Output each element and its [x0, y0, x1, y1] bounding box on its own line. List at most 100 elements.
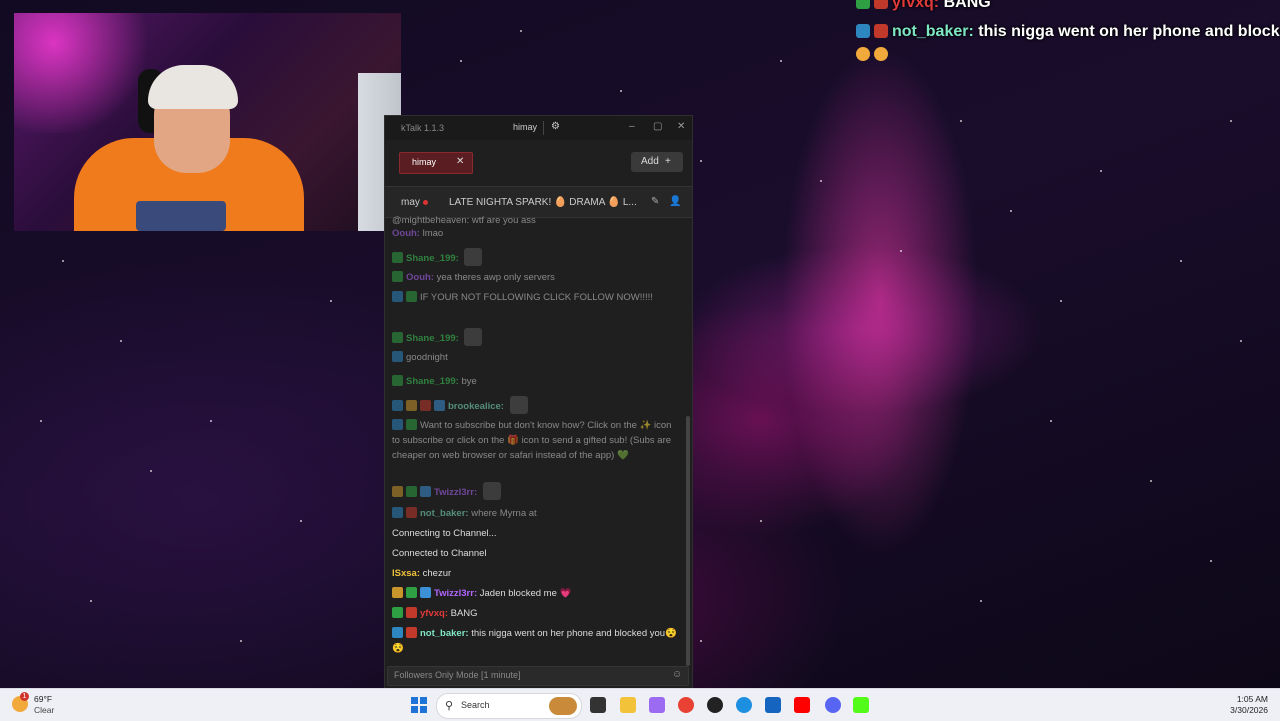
pin-badge-icon[interactable]: [406, 607, 417, 618]
star: [1230, 120, 1232, 122]
pin-badge-icon[interactable]: [406, 507, 417, 518]
mod-badge-icon[interactable]: [392, 400, 403, 411]
overlay-chat-line: not_baker: this nigga went on her phone …: [856, 23, 1280, 41]
account-name[interactable]: himay: [513, 122, 537, 132]
pin-badge-icon: [874, 0, 888, 9]
overlay-message: this nigga went on her phone and blocked…: [978, 23, 1280, 40]
chat-message: Connected to Channel: [392, 546, 680, 561]
pin-badge-icon[interactable]: [420, 400, 431, 411]
chat-username[interactable]: Shane_199:: [406, 333, 459, 344]
github-icon[interactable]: [707, 697, 723, 713]
chat-text: Want to subscribe but don't know how? Cl…: [392, 420, 672, 461]
cube-badge-icon[interactable]: [420, 486, 431, 497]
vip-badge-icon[interactable]: [406, 291, 417, 302]
chat-username[interactable]: Oouh:: [406, 272, 434, 283]
chat-scrollbar[interactable]: [686, 416, 690, 666]
chat-username[interactable]: Oouh:: [392, 228, 420, 239]
vip-badge-icon[interactable]: [392, 375, 403, 386]
mod-badge-icon[interactable]: [392, 351, 403, 362]
close-icon[interactable]: ✕: [677, 121, 685, 132]
webcam-person-cap: [148, 65, 238, 109]
channel-name: may: [401, 197, 420, 208]
chat-text: Connecting to Channel...: [392, 528, 497, 539]
task-view-icon[interactable]: [590, 697, 606, 713]
subscriber-badge-icon[interactable]: [406, 400, 417, 411]
chat-username[interactable]: not_baker:: [420, 628, 469, 639]
chat-username[interactable]: Twizzl3rr:: [434, 588, 477, 599]
subscriber-badge-icon[interactable]: [392, 587, 403, 598]
clock-date: 3/30/2026: [1230, 705, 1268, 715]
tab-label: himay: [412, 157, 437, 167]
chat-input[interactable]: Followers Only Mode [1 minute] ☺: [387, 666, 689, 686]
chat-message-list: @mightbeheaven: wtf are you ass Oouh: lma…: [385, 216, 685, 666]
app-title: kTalk 1.1.3: [401, 123, 445, 133]
notification-badge: 1: [20, 692, 29, 701]
chat-message: IF YOUR NOT FOLLOWING CLICK FOLLOW NOW!!…: [392, 290, 680, 305]
chat-message: Shane_199: bye: [392, 374, 680, 389]
star: [1010, 210, 1012, 212]
file-explorer-icon[interactable]: [620, 697, 636, 713]
add-tab-button[interactable]: Add +: [631, 152, 683, 172]
vip-badge-icon[interactable]: [406, 486, 417, 497]
windows-start-icon[interactable]: [411, 697, 427, 713]
dizzy-emoji-icon: [856, 47, 870, 61]
overlay-emotes: [856, 46, 892, 64]
star: [1100, 170, 1102, 172]
search-placeholder: Search: [461, 700, 490, 710]
overlay-username: not_baker:: [892, 23, 974, 40]
star: [1240, 340, 1242, 342]
chat-username[interactable]: brookealice:: [448, 401, 504, 412]
tab-close-icon[interactable]: ✕: [456, 156, 464, 167]
cube-badge-icon[interactable]: [434, 400, 445, 411]
chat-username[interactable]: Twizzl3rr:: [434, 487, 477, 498]
vip-badge-icon[interactable]: [406, 587, 417, 598]
star: [40, 420, 42, 422]
weather-condition[interactable]: Clear: [34, 705, 54, 715]
minimize-icon[interactable]: –: [629, 121, 635, 132]
chat-text: BANG: [450, 608, 478, 619]
stream-title: LATE NIGHTA SPARK! 🥚 DRAMA 🥚 L...: [449, 197, 637, 208]
vip-badge-icon[interactable]: [392, 271, 403, 282]
maximize-icon[interactable]: ▢: [653, 121, 662, 132]
settings-gear-icon[interactable]: ⚙: [551, 121, 560, 132]
chat-text: yea theres awp only servers: [436, 272, 555, 283]
edge-icon[interactable]: [736, 697, 752, 713]
mod-badge-icon[interactable]: [392, 507, 403, 518]
discord-icon[interactable]: [825, 697, 841, 713]
search-highlight-art: [549, 697, 577, 715]
youtube-icon[interactable]: [794, 697, 810, 713]
star: [620, 90, 622, 92]
chat-message: Connecting to Channel...: [392, 526, 680, 541]
user-icon[interactable]: 👤: [669, 196, 681, 207]
cube-badge-icon[interactable]: [420, 587, 431, 598]
chrome-icon[interactable]: [678, 697, 694, 713]
pin-icon[interactable]: ✎: [651, 196, 659, 207]
vip-badge-icon[interactable]: [392, 332, 403, 343]
microsoft-store-icon[interactable]: [765, 697, 781, 713]
mod-badge-icon[interactable]: [392, 627, 403, 638]
taskbar-search[interactable]: ⚲ Search: [436, 693, 582, 719]
star: [330, 300, 332, 302]
chat-message: Twizzl3rr:: [392, 482, 680, 500]
tab-himay[interactable]: himay ✕: [399, 152, 473, 174]
chat-message: yfvxq: BANG: [392, 606, 680, 621]
kick-icon[interactable]: [853, 697, 869, 713]
chat-username[interactable]: Shane_199:: [406, 376, 459, 387]
mod-badge-icon[interactable]: [392, 291, 403, 302]
chat-username[interactable]: Shane_199:: [406, 253, 459, 264]
chat-username[interactable]: yfvxq:: [420, 608, 448, 619]
chat-username[interactable]: not_baker:: [420, 508, 469, 519]
chat-text: Jaden blocked me 💗: [479, 588, 572, 599]
emote-picker-icon[interactable]: ☺: [672, 669, 682, 680]
system-clock[interactable]: 1:05 AM 3/30/2026: [1230, 694, 1268, 716]
copilot-icon[interactable]: [649, 697, 665, 713]
vip-badge-icon[interactable]: [406, 419, 417, 430]
chat-username[interactable]: lSxsa:: [392, 568, 420, 579]
pin-badge-icon[interactable]: [406, 627, 417, 638]
subscriber-badge-icon[interactable]: [392, 486, 403, 497]
vip-badge-icon[interactable]: [392, 252, 403, 263]
mod-badge-icon[interactable]: [392, 419, 403, 430]
star: [900, 250, 902, 252]
weather-temperature[interactable]: 69°F: [34, 694, 52, 704]
vip-badge-icon[interactable]: [392, 607, 403, 618]
